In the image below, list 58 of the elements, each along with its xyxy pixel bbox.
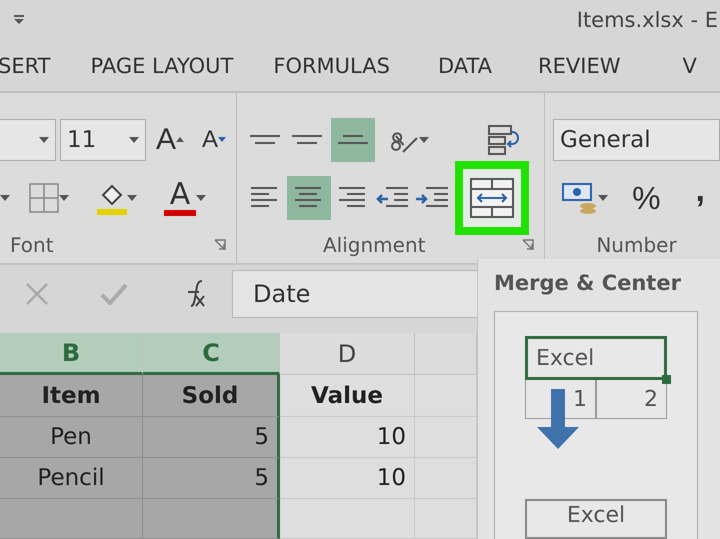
table-cell: Sold — [143, 375, 280, 417]
ribbon-tab[interactable]: V — [682, 54, 697, 78]
table-cell: 10 — [280, 458, 415, 499]
group-label: Number — [596, 232, 677, 257]
percent-button[interactable]: % — [626, 176, 666, 220]
dialog-launcher-icon[interactable] — [214, 238, 226, 251]
ribbon-tab[interactable]: PAGE LAYOUT — [90, 54, 234, 78]
column-header[interactable]: D — [280, 333, 415, 375]
table-cell: Pen — [0, 417, 143, 458]
tooltip-title: Merge & Center — [494, 271, 682, 297]
font-name-field[interactable] — [0, 118, 56, 161]
table-cell: Item — [0, 375, 143, 417]
table-cell: 5 — [143, 417, 280, 458]
table-cell: Value — [280, 375, 415, 417]
fill-handle — [662, 375, 671, 384]
align-bottom-icon — [338, 132, 368, 147]
check-icon[interactable] — [100, 283, 128, 305]
merge-center-icon — [470, 178, 514, 218]
column-header[interactable]: B — [0, 333, 143, 375]
merged-cell: Excel — [525, 499, 667, 539]
caret-icon — [598, 194, 608, 201]
caret-icon — [39, 136, 49, 143]
shrink-font-button[interactable]: A — [194, 118, 234, 162]
caret-icon — [59, 194, 69, 201]
center-align-button[interactable] — [287, 176, 331, 220]
sample-cell: 2 — [596, 380, 667, 419]
ribbon-tab[interactable]: DATA — [438, 54, 492, 78]
ribbon-tab[interactable]: FORMULAS — [273, 54, 390, 78]
grow-font-button[interactable]: A — [150, 118, 190, 162]
money-icon — [562, 182, 598, 214]
borders-icon — [29, 182, 59, 213]
caret-icon — [196, 194, 206, 201]
caret-icon — [129, 136, 139, 143]
table-cell: 10 — [280, 417, 415, 458]
group-label: Font — [10, 232, 54, 257]
table-cell: 5 — [143, 458, 280, 499]
bottom-align-button[interactable] — [331, 118, 375, 162]
caret-icon — [0, 194, 10, 201]
number-format-field[interactable]: General — [553, 118, 720, 161]
table-cell: Pencil — [0, 458, 143, 499]
dialog-launcher-icon[interactable] — [522, 238, 534, 251]
wrap-text-icon — [488, 124, 522, 156]
column-header[interactable]: C — [143, 333, 280, 375]
caret-icon — [419, 136, 429, 143]
group-label: Alignment — [323, 232, 426, 257]
align-top-icon — [250, 132, 280, 147]
caret-icon — [127, 194, 137, 201]
down-caret-icon — [218, 137, 226, 142]
comma-style-button[interactable]: , — [680, 176, 720, 220]
font-color-button[interactable]: A — [156, 176, 214, 220]
align-middle-icon — [292, 132, 322, 147]
up-caret-icon — [176, 137, 184, 142]
color-bar-icon — [164, 210, 196, 216]
quick-access-dropdown-icon[interactable] — [14, 15, 24, 26]
font-size-field[interactable]: 11 — [60, 118, 146, 161]
merge-center-button[interactable] — [455, 160, 529, 235]
window-title: Items.xlsx - E — [576, 8, 718, 32]
ribbon-tab[interactable]: REVIEW — [538, 54, 620, 78]
